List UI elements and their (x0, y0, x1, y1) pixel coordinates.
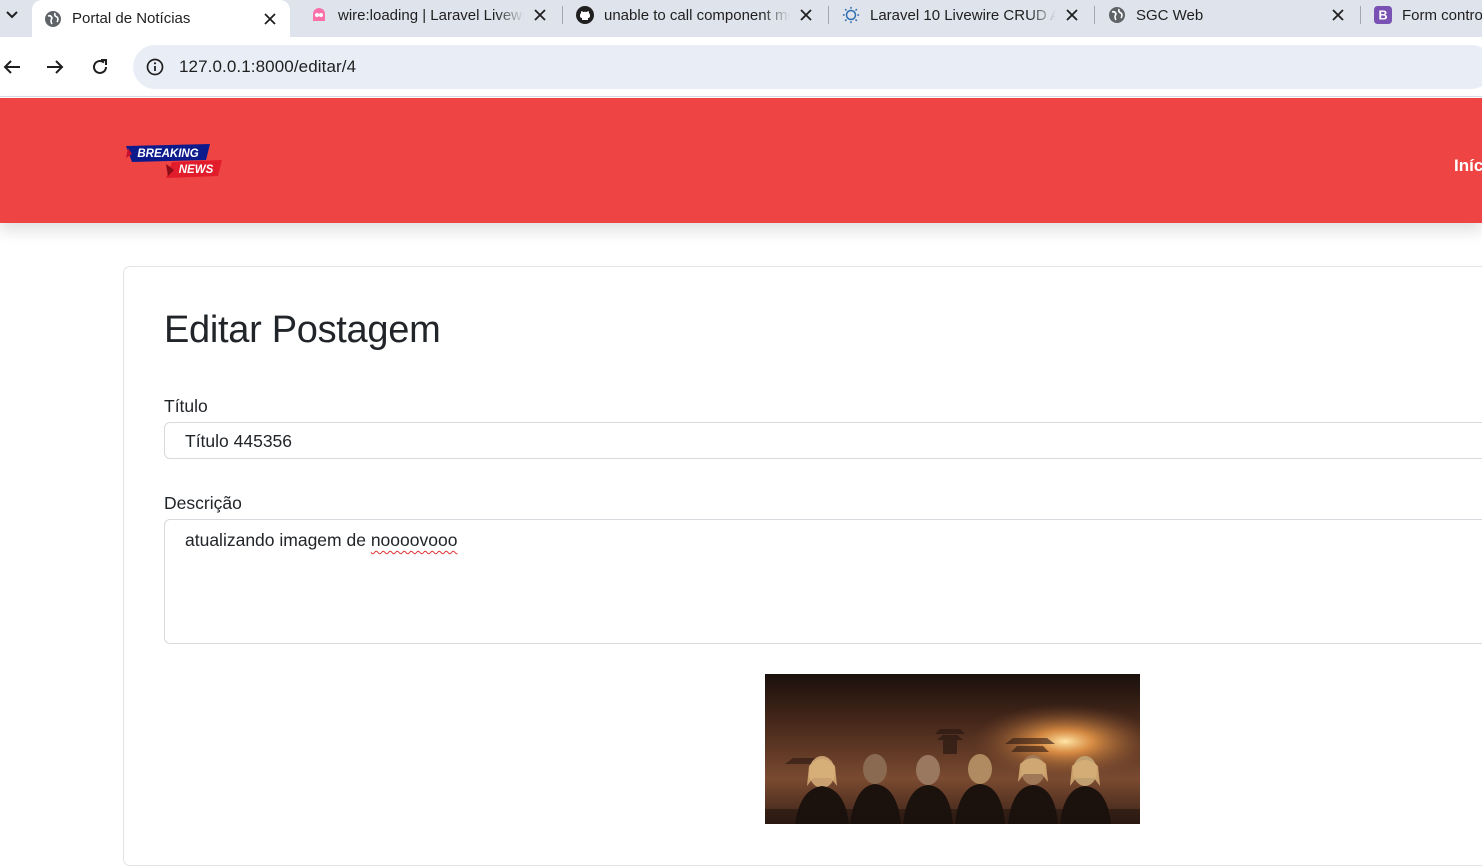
svg-text:NEWS: NEWS (179, 164, 214, 176)
svg-text:BREAKING: BREAKING (137, 148, 198, 160)
description-label: Descrição (164, 493, 242, 513)
tab-separator (1360, 6, 1361, 24)
bootstrap-icon: B (1374, 6, 1392, 24)
reload-button[interactable] (85, 52, 115, 82)
tab-separator (1094, 6, 1095, 24)
misspelled-word: noooovooo (370, 530, 458, 550)
tab-portal-de-noticias[interactable]: Portal de Notícias (32, 0, 290, 37)
tab-search-button[interactable] (0, 0, 24, 30)
svg-text:B: B (1378, 9, 1387, 23)
arrow-left-icon (3, 60, 20, 74)
breaking-news-logo[interactable]: BREAKING NEWS (124, 142, 224, 182)
tab-wire-loading[interactable]: wire:loading | Laravel Livewire (298, 0, 560, 30)
tab-laravel-crud[interactable]: Laravel 10 Livewire CRUD App (830, 0, 1092, 30)
tab-title: SGC Web (1136, 6, 1204, 24)
globe-icon (44, 10, 62, 28)
github-icon (576, 6, 594, 24)
chevron-down-icon (6, 11, 18, 19)
description-textarea[interactable]: atualizando imagem de noooovooo (164, 519, 1482, 644)
back-button[interactable] (0, 52, 27, 82)
title-label: Título (164, 396, 208, 416)
livewire-icon (310, 6, 328, 24)
tab-sgc-web[interactable]: SGC Web (1096, 0, 1358, 30)
tab-title: wire:loading | Laravel Livewire (338, 6, 524, 24)
close-icon[interactable] (260, 9, 280, 29)
tab-title: Laravel 10 Livewire CRUD App (870, 6, 1056, 24)
tab-separator (562, 6, 563, 24)
tab-title: unable to call component method (604, 6, 790, 24)
tab-title: Portal de Notícias (72, 10, 191, 27)
bulb-icon (842, 6, 860, 24)
url-text: 127.0.0.1:8000/editar/4 (179, 57, 357, 76)
tab-form-controls[interactable]: B Form controls (1362, 0, 1482, 30)
page-title: Editar Postagem (164, 309, 441, 351)
title-input[interactable]: Título 445356 (164, 422, 1482, 459)
globe-icon (1108, 6, 1126, 24)
tab-title: Form controls (1402, 6, 1482, 24)
arrow-right-icon (47, 60, 64, 74)
browser-toolbar: 127.0.0.1:8000/editar/4 (0, 37, 1482, 97)
close-icon[interactable] (1328, 5, 1348, 25)
close-icon[interactable] (796, 5, 816, 25)
browser-tab-strip: Portal de Notícias wire:loading | Larave… (0, 0, 1482, 37)
tab-separator (828, 6, 829, 24)
nav-link-home[interactable]: Início (1454, 156, 1482, 176)
site-info-icon[interactable] (145, 57, 165, 77)
description-text: atualizando imagem de (185, 530, 371, 550)
close-icon[interactable] (1062, 5, 1082, 25)
site-navbar: BREAKING NEWS Início (0, 98, 1482, 223)
address-bar[interactable]: 127.0.0.1:8000/editar/4 (133, 45, 1482, 89)
reload-icon (93, 59, 107, 74)
close-icon[interactable] (530, 5, 550, 25)
post-image (765, 674, 1140, 824)
forward-button[interactable] (40, 52, 70, 82)
tab-github[interactable]: unable to call component method (564, 0, 826, 30)
